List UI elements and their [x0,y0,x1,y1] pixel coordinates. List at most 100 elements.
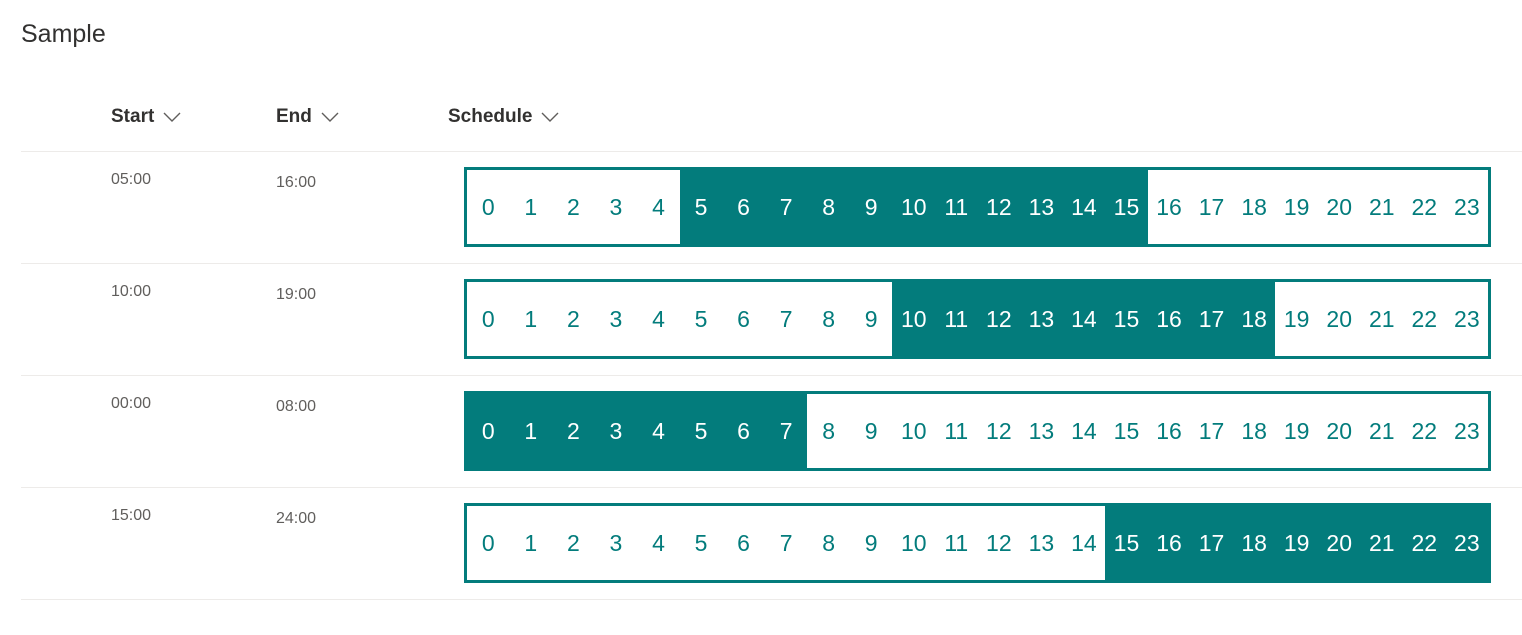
schedule-hour: 22 [1411,305,1438,332]
start-time: 05:00 [111,171,152,188]
schedule-hour: 13 [1020,170,1063,244]
schedule-hour: 9 [864,305,878,332]
schedule-hour: 18 [1241,417,1267,444]
schedule-hour: 7 [779,529,793,556]
schedule-hour: 19 [1275,506,1318,580]
table-row[interactable]: 10:00 19:00 0 1 2 3 4 5 6 7 8 9 10 11 12 13 14 15 16 17 18… [21,264,1522,376]
schedule-hour: 3 [594,394,638,468]
schedule-hour: 21 [1368,193,1395,220]
start-time: 10:00 [111,283,152,300]
schedule-hour: 1 [509,394,553,468]
column-header-end[interactable]: End [276,106,340,128]
schedule-hour: 7 [764,394,808,468]
column-header-end-label: End [276,106,312,127]
chevron-down-icon [162,110,182,124]
schedule-hour: 22 [1411,417,1438,444]
start-time: 00:00 [111,395,152,412]
schedule-hour: 11 [944,417,969,444]
schedule-hour: 3 [609,529,623,556]
schedule-hour: 14 [1062,170,1106,244]
end-time: 19:00 [276,286,317,303]
schedule-hour: 21 [1368,417,1395,444]
schedule-hour: 10 [892,282,936,356]
schedule-hour: 20 [1317,506,1361,580]
schedule-hour: 23 [1445,506,1488,580]
schedule-hour: 20 [1326,305,1352,332]
schedule-hour: 17 [1190,506,1233,580]
schedule-hour: 5 [679,170,723,244]
schedule-hour: 15 [1105,282,1148,356]
schedule-hour: 0 [481,529,495,556]
schedule-hour: 2 [566,305,580,332]
schedule-hour: 4 [652,529,665,556]
table-row[interactable]: 00:00 08:00 0 1 2 3 4 5 6 7 8 9 10 11 12 13 14 15 16 17 18… [21,376,1522,488]
schedule-hour: 12 [977,170,1021,244]
table-row[interactable]: 05:00 16:00 0 1 2 3 4 5 6 7 8 9 10 11 12 13 14 15 16 17 18… [21,152,1522,264]
schedule-bar: 0 1 2 3 4 5 6 7 8 9 10 11 12 13 14 15 16 17 18 19 20 21 22 23 [464,279,1491,359]
schedule-hour: 19 [1283,417,1310,444]
table-row[interactable]: 15:00 24:00 0 1 2 3 4 5 6 7 8 9 10 11 12 13 14 15 16 17 18… [21,488,1522,600]
schedule-hour: 10 [892,170,936,244]
schedule-hour: 11 [944,529,969,556]
schedule-hour: 5 [679,394,723,468]
schedule-hour: 23 [1454,305,1480,332]
schedule-hour: 17 [1198,193,1225,220]
schedule-hour: 18 [1232,506,1276,580]
schedule-hour: 8 [807,170,850,244]
schedule-hour: 5 [694,529,708,556]
schedule-hour: 11 [935,282,978,356]
schedule-hour: 17 [1190,282,1233,356]
schedule-hour: 4 [652,305,665,332]
schedule-hour: 9 [864,417,878,444]
schedule-hour: 14 [1062,282,1106,356]
page-title: Sample [21,20,106,48]
schedule-hour: 14 [1071,529,1097,556]
schedule-hour: 19 [1283,193,1310,220]
schedule-hour: 7 [764,170,808,244]
schedule-hour: 11 [935,170,978,244]
schedule-hour: 14 [1071,417,1097,444]
schedule-hour: 17 [1198,417,1225,444]
schedule-hour: 2 [552,394,595,468]
schedule-hour: 13 [1028,529,1055,556]
schedule-hour: 19 [1283,305,1310,332]
schedule-hour: 0 [467,394,510,468]
schedule-hour: 6 [722,394,765,468]
schedule-hour: 16 [1156,193,1182,220]
schedule-hour: 3 [609,193,623,220]
schedule-bar: 0 1 2 3 4 5 6 7 8 9 10 11 12 13 14 15 16 17 18 19 20 21 22 23 [464,391,1491,471]
schedule-hour: 2 [566,529,580,556]
schedule-hour: 20 [1326,417,1352,444]
schedule-hour: 0 [481,305,495,332]
list-header: Start End Schedule [21,100,1522,152]
schedule-hour: 23 [1454,417,1480,444]
schedule-hour: 6 [722,170,765,244]
schedule-hour: 5 [694,305,708,332]
schedule-hour: 0 [481,193,495,220]
schedule-hour: 3 [609,305,623,332]
column-header-start[interactable]: Start [111,106,182,128]
schedule-hour: 8 [822,417,836,444]
schedule-hour: 13 [1028,417,1055,444]
schedule-hour: 7 [779,305,793,332]
schedule-hour: 9 [849,170,893,244]
schedule-hour: 1 [524,193,538,220]
column-header-schedule-label: Schedule [448,106,533,127]
column-header-schedule[interactable]: Schedule [448,106,560,128]
schedule-hour: 13 [1020,282,1063,356]
schedule-bar: 0 1 2 3 4 5 6 7 8 9 10 11 12 13 14 15 16 17 18 19 20 21 22 23 [464,167,1491,247]
schedule-hour: 16 [1147,282,1191,356]
schedule-hour: 15 [1105,506,1148,580]
schedule-hour: 10 [900,417,927,444]
schedule-hour: 15 [1105,170,1148,244]
schedule-hour: 4 [637,394,680,468]
schedule-hour: 12 [986,529,1012,556]
chevron-down-icon [540,110,560,124]
schedule-hour: 4 [652,193,665,220]
schedule-hour: 15 [1113,417,1140,444]
schedule-hour: 6 [737,305,750,332]
schedule-hour: 9 [864,529,878,556]
schedule-hour: 16 [1156,417,1182,444]
schedule-hour: 1 [524,529,538,556]
schedule-hour: 18 [1232,282,1276,356]
